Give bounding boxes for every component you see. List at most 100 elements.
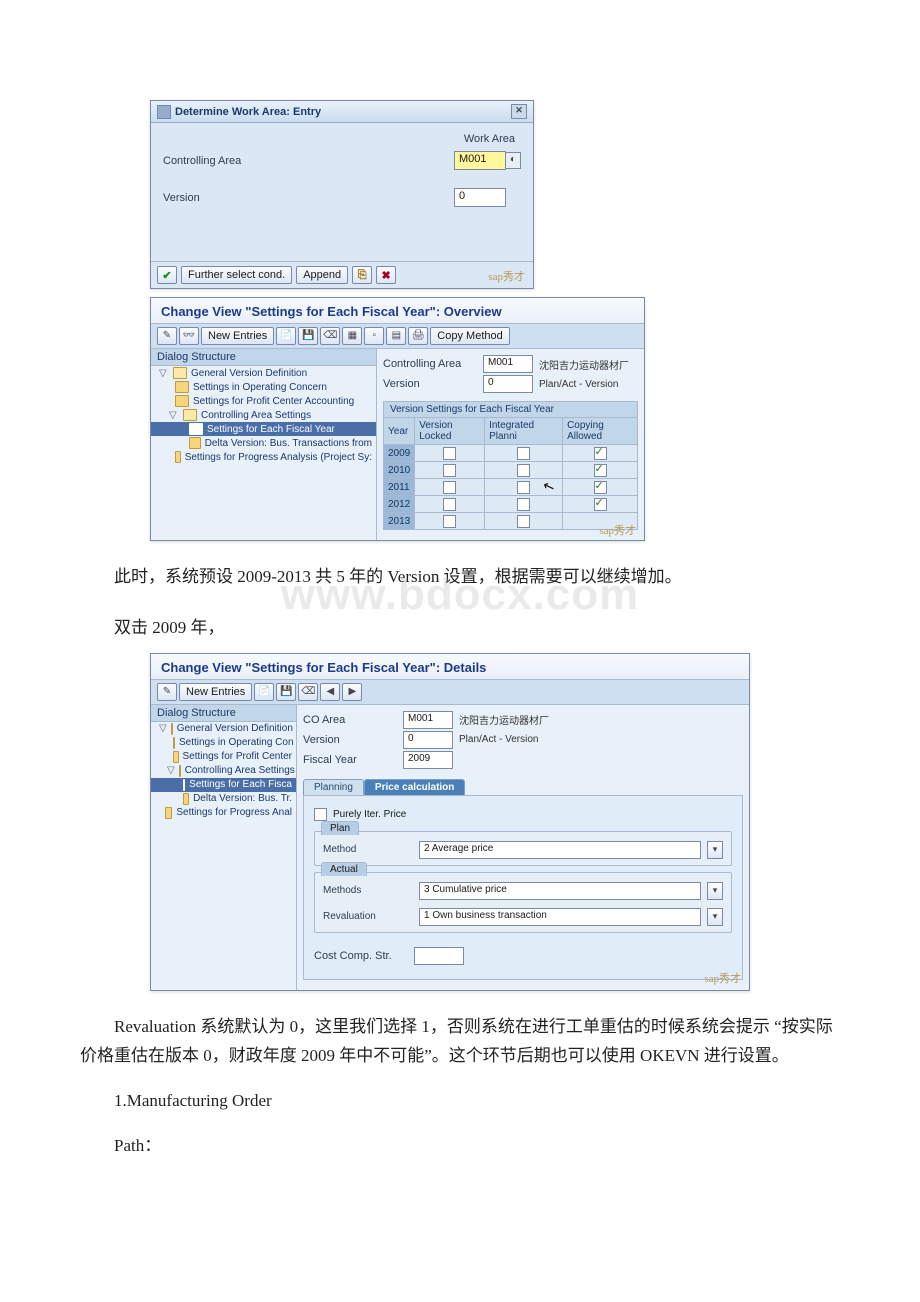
locked-checkbox[interactable] (443, 515, 456, 528)
copying-checkbox[interactable] (594, 498, 607, 511)
table-row[interactable]: 2010 (384, 462, 638, 479)
tab-planning[interactable]: Planning (303, 779, 364, 795)
purely-iter-price-checkbox[interactable] (314, 808, 327, 821)
folder-icon (189, 423, 203, 435)
tree-node-operating-concern[interactable]: Settings in Operating Concern (151, 380, 376, 394)
tree-node-general-version[interactable]: ▽General Version Definition (151, 722, 296, 736)
copy-method-button[interactable]: Copy Method (430, 327, 509, 345)
tree-header: Dialog Structure (151, 705, 296, 722)
tree-node-controlling-area[interactable]: ▽Controlling Area Settings (151, 764, 296, 778)
folder-icon (175, 395, 189, 407)
tree-node-delta-version[interactable]: Delta Version: Bus. Transactions from (151, 436, 376, 450)
next-icon[interactable]: ▶ (342, 683, 362, 701)
prev-icon[interactable]: ◀ (320, 683, 340, 701)
tree-node-progress-analysis[interactable]: Settings for Progress Anal (151, 806, 296, 820)
copy-icon[interactable]: 📄 (276, 327, 296, 345)
change-icon[interactable]: ✎ (157, 327, 177, 345)
new-entries-button[interactable]: New Entries (179, 683, 252, 701)
search-help-icon[interactable]: ◐ (505, 152, 521, 169)
position-icon[interactable]: ▤ (386, 327, 406, 345)
copy-icon[interactable]: 📄 (254, 683, 274, 701)
dialog-title: Determine Work Area: Entry (175, 106, 321, 118)
copying-checkbox[interactable] (594, 447, 607, 460)
year-cell: 2011 (384, 479, 415, 496)
tree-node-profit-center[interactable]: Settings for Profit Center Accounting (151, 394, 376, 408)
col-locked: Version Locked (415, 418, 485, 445)
fiscal-year-label: Fiscal Year (303, 754, 403, 766)
integrated-checkbox[interactable] (517, 515, 530, 528)
tree-node-operating-concern[interactable]: Settings in Operating Con (151, 736, 296, 750)
folder-icon (173, 751, 179, 763)
integrated-checkbox[interactable] (517, 481, 530, 494)
folder-icon (175, 381, 189, 393)
table-row[interactable]: 2011 ↖ (384, 479, 638, 496)
version-label: Version (383, 378, 483, 390)
folder-icon (183, 779, 185, 791)
folder-icon (173, 737, 175, 749)
tree-node-profit-center[interactable]: Settings for Profit Center (151, 750, 296, 764)
version-input[interactable]: 0 (454, 188, 506, 207)
variant-button[interactable]: ⎘ (352, 266, 372, 284)
folder-icon (165, 807, 172, 819)
folder-icon (189, 437, 201, 449)
save-icon[interactable]: 💾 (298, 327, 318, 345)
revaluation-value[interactable]: 1 Own business transaction (419, 908, 701, 926)
print-icon[interactable]: 🖨 (408, 327, 428, 345)
tree-node-controlling-area[interactable]: ▽Controlling Area Settings (151, 408, 376, 422)
locked-checkbox[interactable] (443, 481, 456, 494)
locked-checkbox[interactable] (443, 447, 456, 460)
deselect-icon[interactable]: ▫ (364, 327, 384, 345)
confirm-button[interactable]: ✔ (157, 266, 177, 284)
plan-method-value[interactable]: 2 Average price (419, 841, 701, 859)
folder-icon (173, 367, 187, 379)
tree-node-general-version[interactable]: ▽General Version Definition (151, 366, 376, 380)
dropdown-icon[interactable]: ▾ (707, 882, 723, 900)
save-icon[interactable]: 💾 (276, 683, 296, 701)
co-area-label: CO Area (303, 714, 403, 726)
tree-node-progress-analysis[interactable]: Settings for Progress Analysis (Project … (151, 450, 376, 464)
dropdown-icon[interactable]: ▾ (707, 908, 723, 926)
controlling-area-input[interactable]: M001 (454, 151, 506, 170)
heading-manufacturing-order: 1.Manufacturing Order (80, 1091, 840, 1111)
change-icon[interactable]: ✎ (157, 683, 177, 701)
new-entries-button[interactable]: New Entries (201, 327, 274, 345)
integrated-checkbox[interactable] (517, 447, 530, 460)
close-icon[interactable]: ✕ (511, 104, 527, 119)
tree-node-fiscal-year[interactable]: Settings for Each Fisca (151, 778, 296, 792)
form-icon (157, 105, 171, 119)
locked-checkbox[interactable] (443, 498, 456, 511)
glasses-icon[interactable]: 👓 (179, 327, 199, 345)
append-button[interactable]: Append (296, 266, 348, 284)
locked-checkbox[interactable] (443, 464, 456, 477)
actual-methods-value[interactable]: 3 Cumulative price (419, 882, 701, 900)
actual-group: Actual Methods 3 Cumulative price ▾ Reva… (314, 872, 732, 933)
plan-group: Plan Method 2 Average price ▾ (314, 831, 732, 866)
tree-node-fiscal-year[interactable]: Settings for Each Fiscal Year (151, 422, 376, 436)
tab-price-calculation[interactable]: Price calculation (364, 779, 465, 795)
further-select-button[interactable]: Further select cond. (181, 266, 292, 284)
dialog-titlebar: Determine Work Area: Entry ✕ (151, 101, 533, 123)
cost-comp-str-value[interactable] (414, 947, 464, 965)
tree-node-delta-version[interactable]: Delta Version: Bus. Tr. (151, 792, 296, 806)
dropdown-icon[interactable]: ▾ (707, 841, 723, 859)
col-copying: Copying Allowed (563, 418, 638, 445)
year-cell: 2013 (384, 513, 415, 530)
version-value: 0 (403, 731, 453, 749)
integrated-checkbox[interactable] (517, 498, 530, 511)
delete-icon[interactable]: ⌫ (298, 683, 318, 701)
controlling-area-value: M001 (483, 355, 533, 373)
table-row[interactable]: 2012 (384, 496, 638, 513)
year-cell: 2012 (384, 496, 415, 513)
version-label: Version (303, 734, 403, 746)
copying-checkbox[interactable] (594, 481, 607, 494)
version-label: Version (163, 192, 343, 204)
cancel-button[interactable]: ✖ (376, 266, 396, 284)
copying-checkbox[interactable] (594, 464, 607, 477)
body-paragraph-1: 此时，系统预设 2009-2013 共 5 年的 Version 设置，根据需要… (80, 563, 840, 592)
version-text: Plan/Act - Version (539, 379, 618, 390)
integrated-checkbox[interactable] (517, 464, 530, 477)
delete-icon[interactable]: ⌫ (320, 327, 340, 345)
select-all-icon[interactable]: ▦ (342, 327, 362, 345)
table-row[interactable]: 2009 (384, 445, 638, 462)
controlling-area-label: Controlling Area (163, 155, 343, 167)
